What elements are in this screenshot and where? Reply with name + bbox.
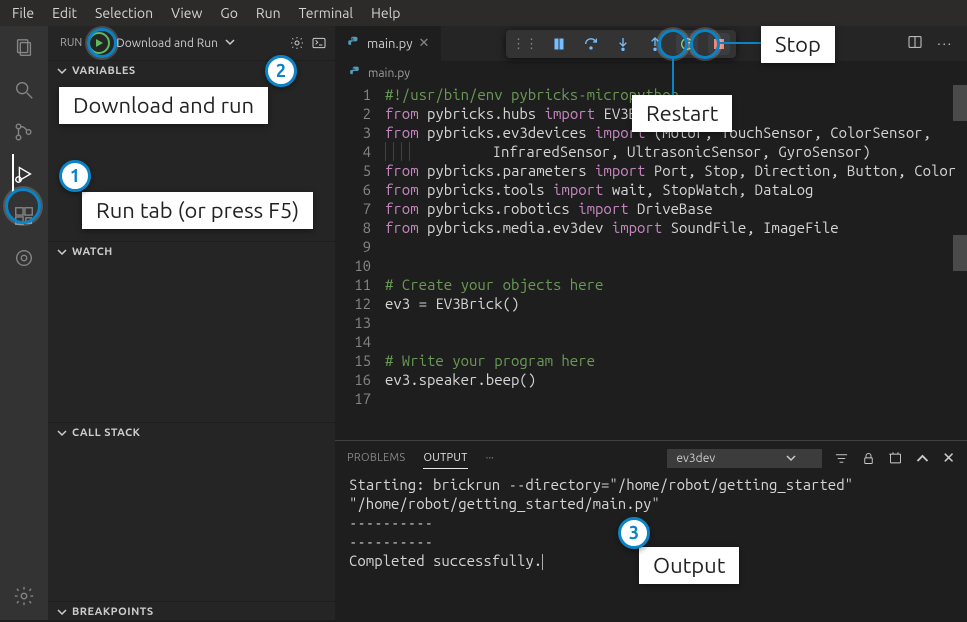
breakpoints-header[interactable]: BREAKPOINTS [48,602,335,622]
more-actions-icon[interactable]: ··· [937,37,953,51]
activity-bar [0,26,48,620]
filter-icon[interactable] [834,451,849,466]
output-text: Starting: brickrun --directory="/home/ro… [349,476,861,569]
tab-main-py[interactable]: main.py ✕ [335,26,442,61]
bottom-panel: PROBLEMS OUTPUT ··· ev3dev [335,440,967,620]
chevron-down-icon[interactable] [224,36,236,51]
gear-icon[interactable] [289,35,305,51]
python-file-icon [349,65,362,81]
watch-header[interactable]: WATCH [48,242,335,262]
breadcrumb[interactable]: main.py [335,61,967,85]
menu-file[interactable]: File [12,5,34,21]
menu-edit[interactable]: Edit [52,5,77,21]
line-gutter: 1234567891011121314151617 [335,85,385,440]
breakpoints-section: BREAKPOINTS [48,601,335,622]
menu-help[interactable]: Help [371,5,400,21]
explorer-icon[interactable] [12,36,36,60]
split-editor-icon[interactable] [907,34,923,53]
callout-bubble-3: 3 [618,517,650,549]
code-content[interactable]: #!/usr/bin/env pybricks-micropythonfrom … [385,85,967,440]
output-cursor [542,554,543,570]
callout-label-restart: Restart [632,95,732,132]
callout-line-restart [672,56,674,98]
stop-button[interactable] [708,33,730,55]
callout-bubble-2: 2 [265,55,297,87]
output-content[interactable]: Starting: brickrun --directory="/home/ro… [335,471,967,620]
step-into-button[interactable] [612,33,634,55]
callout-line-stop [718,42,762,44]
breadcrumb-filename: main.py [368,67,410,80]
callstack-header[interactable]: CALL STACK [48,423,335,443]
lock-scroll-icon[interactable] [861,451,876,466]
tab-problems[interactable]: PROBLEMS [347,448,405,468]
start-debug-button[interactable] [88,32,110,54]
callout-label-1: Run tab (or press F5) [82,192,313,229]
menu-go[interactable]: Go [220,5,237,21]
pause-button[interactable] [548,33,570,55]
tab-filename: main.py [367,37,413,51]
breakpoints-label: BREAKPOINTS [72,606,154,618]
step-over-button[interactable] [580,33,602,55]
python-file-icon [347,35,361,52]
watch-section: WATCH [48,241,335,422]
settings-gear-icon[interactable] [12,584,36,608]
bottom-panel-tabs: PROBLEMS OUTPUT ··· ev3dev [335,441,967,471]
menu-view[interactable]: View [171,5,202,21]
toolbar-grip-icon[interactable]: ⋮⋮ [512,37,538,52]
watch-label: WATCH [72,246,113,258]
step-out-button[interactable] [644,33,666,55]
menu-selection[interactable]: Selection [95,5,153,21]
minimap[interactable] [953,85,967,440]
scm-icon[interactable] [12,120,36,144]
callout-label-2: Download and run [59,87,268,124]
output-channel-select[interactable]: ev3dev [667,449,822,468]
menu-terminal[interactable]: Terminal [299,5,354,21]
more-panels-icon[interactable]: ··· [486,452,494,464]
close-panel-icon[interactable]: ✕ [942,449,955,467]
extensions-icon[interactable] [12,204,36,228]
run-label-prefix: RUN [60,37,82,49]
menu-run[interactable]: Run [256,5,281,21]
variables-label: VARIABLES [72,65,136,77]
clear-output-icon[interactable] [888,451,903,466]
bricks-icon[interactable] [12,246,36,270]
callout-bubble-1: 1 [59,160,91,192]
callstack-label: CALL STACK [72,427,140,439]
menubar: File Edit Selection View Go Run Terminal… [0,0,967,26]
output-channel-value: ev3dev [676,452,715,465]
callstack-section: CALL STACK [48,422,335,601]
debug-toolbar[interactable]: ⋮⋮ [506,30,736,58]
restart-button[interactable] [676,33,698,55]
code-editor[interactable]: 1234567891011121314151617 #!/usr/bin/env… [335,85,967,440]
run-config-name[interactable]: Download and Run [116,37,218,50]
callout-label-3: Output [639,547,739,584]
tab-output[interactable]: OUTPUT [423,448,467,469]
run-debug-icon[interactable] [12,162,36,186]
run-config-header: RUN Download and Run [48,26,335,60]
close-tab-icon[interactable]: ✕ [419,36,430,51]
debug-console-icon[interactable] [311,35,327,51]
callout-label-stop: Stop [761,26,835,63]
chevron-up-icon[interactable] [915,451,930,466]
search-icon[interactable] [12,78,36,102]
